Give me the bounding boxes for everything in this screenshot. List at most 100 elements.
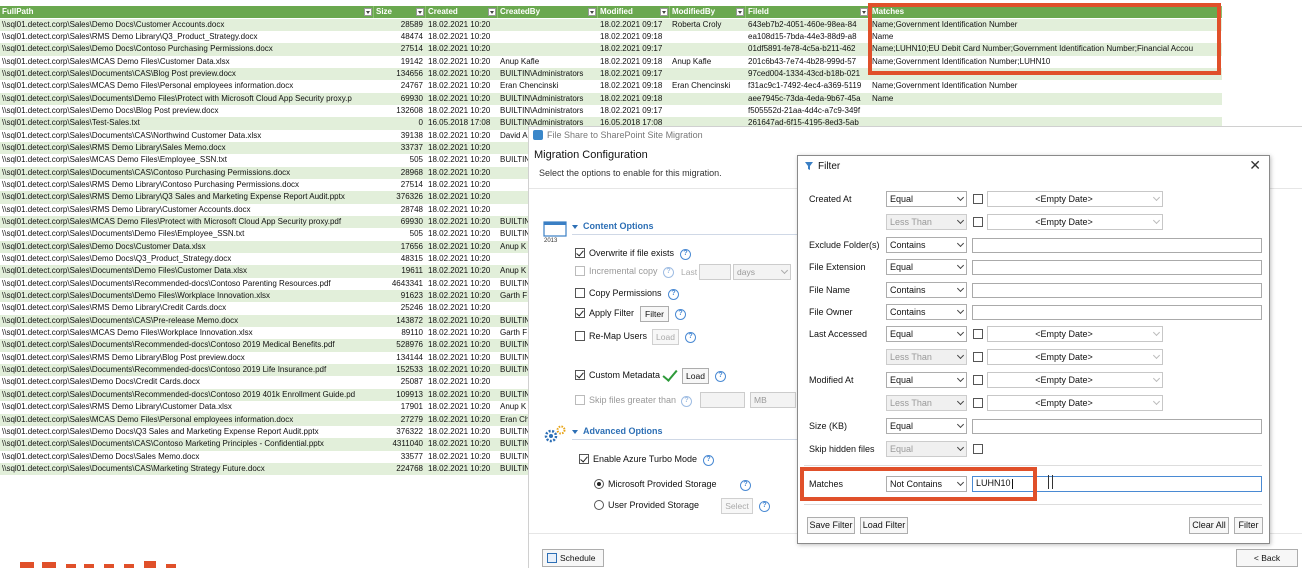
table-row[interactable]: \\sql01.detect.corp\Sales\Documents\Demo… (0, 92, 1222, 105)
cell-created[interactable]: 18.02.2021 10:20 (426, 253, 498, 265)
cell-fullpath[interactable]: \\sql01.detect.corp\Sales\RMS Demo Libra… (0, 302, 374, 314)
cell-size[interactable]: 19142 (374, 56, 426, 68)
cell-modified[interactable]: 18.02.2021 09:17 (598, 43, 670, 55)
last-accessed-checkbox[interactable] (973, 329, 983, 339)
cell-createdby[interactable] (498, 19, 598, 31)
cell-fullpath[interactable]: \\sql01.detect.corp\Sales\Documents\Reco… (0, 278, 374, 290)
apply-filter-button[interactable]: Filter (1234, 517, 1263, 534)
cell-modifiedby[interactable] (670, 105, 746, 117)
cell-modifiedby[interactable] (670, 31, 746, 43)
cell-fullpath[interactable]: \\sql01.detect.corp\Sales\MCAS Demo File… (0, 327, 374, 339)
matches-operator[interactable]: Not Contains (886, 476, 967, 492)
cell-modified[interactable]: 18.02.2021 09:18 (598, 93, 670, 105)
cell-created[interactable]: 18.02.2021 10:20 (426, 414, 498, 426)
select-storage-button[interactable]: Select (721, 498, 753, 514)
help-icon[interactable]: ? (759, 501, 770, 512)
cell-created[interactable]: 18.02.2021 10:20 (426, 451, 498, 463)
cell-fullpath[interactable]: \\sql01.detect.corp\Sales\RMS Demo Libra… (0, 401, 374, 413)
cell-size[interactable]: 39138 (374, 130, 426, 142)
file-name-input[interactable] (972, 283, 1262, 298)
cell-fileid[interactable]: 201c6b43-7e74-4b28-999d-57 (746, 56, 870, 68)
cell-modifiedby[interactable]: Anup Kafle (670, 56, 746, 68)
table-row[interactable]: \\sql01.detect.corp\Sales\Demo Docs\Cont… (0, 43, 1222, 56)
last-accessed-date-2[interactable]: <Empty Date> (987, 349, 1163, 365)
cell-size[interactable]: 27279 (374, 414, 426, 426)
last-accessed-operator-2[interactable]: Less Than (886, 349, 967, 365)
help-icon[interactable]: ? (740, 480, 751, 491)
size-kb-operator[interactable]: Equal (886, 418, 967, 434)
cell-matches[interactable]: Name (870, 31, 1222, 43)
cell-created[interactable]: 18.02.2021 10:20 (426, 290, 498, 302)
cell-created[interactable]: 18.02.2021 10:20 (426, 364, 498, 376)
cell-created[interactable]: 18.02.2021 10:20 (426, 142, 498, 154)
cell-created[interactable]: 18.02.2021 10:20 (426, 278, 498, 290)
custom-metadata-option[interactable]: Custom Metadata (575, 370, 660, 380)
table-row[interactable]: \\sql01.detect.corp\Sales\RMS Demo Libra… (0, 30, 1222, 44)
column-header-createdby[interactable]: CreatedBy (498, 6, 598, 18)
cell-createdby[interactable]: BUILTIN\Administrators (498, 93, 598, 105)
cell-size[interactable]: 48474 (374, 31, 426, 43)
cell-fullpath[interactable]: \\sql01.detect.corp\Sales\Documents\CAS\… (0, 167, 374, 179)
file-name-operator[interactable]: Contains (886, 282, 967, 298)
filter-dropdown-icon[interactable] (588, 8, 596, 16)
file-extension-input[interactable] (972, 260, 1262, 275)
apply-filter-option[interactable]: Apply Filter (575, 308, 634, 318)
cell-fullpath[interactable]: \\sql01.detect.corp\Sales\RMS Demo Libra… (0, 179, 374, 191)
created-at-date-2[interactable]: <Empty Date> (987, 214, 1163, 230)
cell-fullpath[interactable]: \\sql01.detect.corp\Sales\Demo Docs\Q3 S… (0, 426, 374, 438)
table-row[interactable]: \\sql01.detect.corp\Sales\Documents\CAS\… (0, 67, 1222, 81)
filter-dropdown-icon[interactable] (364, 8, 372, 16)
incremental-checkbox[interactable] (575, 266, 585, 276)
cell-size[interactable]: 132608 (374, 105, 426, 117)
cell-size[interactable]: 25087 (374, 376, 426, 388)
skip-size-input[interactable] (700, 392, 745, 408)
cell-created[interactable]: 18.02.2021 10:20 (426, 191, 498, 203)
cell-size[interactable]: 109913 (374, 389, 426, 401)
cell-fullpath[interactable]: \\sql01.detect.corp\Sales\Demo Docs\Q3_P… (0, 253, 374, 265)
cell-fullpath[interactable]: \\sql01.detect.corp\Sales\Demo Docs\Blog… (0, 105, 374, 117)
section-title-advanced-options[interactable]: Advanced Options (572, 426, 663, 436)
cell-fullpath[interactable]: \\sql01.detect.corp\Sales\Documents\CAS\… (0, 68, 374, 80)
cell-size[interactable]: 69930 (374, 93, 426, 105)
cell-size[interactable]: 17901 (374, 401, 426, 413)
exclude-folders-input[interactable] (972, 238, 1262, 253)
last-count-input[interactable] (699, 264, 731, 280)
cell-fullpath[interactable]: \\sql01.detect.corp\Sales\Documents\CAS\… (0, 315, 374, 327)
skip-hidden-checkbox[interactable] (973, 444, 983, 454)
cell-fileid[interactable]: 01df5891-fe78-4c5a-b211-462 (746, 43, 870, 55)
cell-size[interactable]: 17656 (374, 241, 426, 253)
cell-created[interactable]: 18.02.2021 10:20 (426, 204, 498, 216)
cell-modifiedby[interactable] (670, 68, 746, 80)
cell-size[interactable]: 134656 (374, 68, 426, 80)
cell-created[interactable]: 18.02.2021 10:20 (426, 68, 498, 80)
cell-size[interactable]: 4643341 (374, 278, 426, 290)
cell-fullpath[interactable]: \\sql01.detect.corp\Sales\Test-Sales.txt (0, 117, 374, 129)
cell-size[interactable]: 28748 (374, 204, 426, 216)
remap-users-checkbox[interactable] (575, 331, 585, 341)
cell-created[interactable]: 18.02.2021 10:20 (426, 463, 498, 475)
overwrite-option[interactable]: Overwrite if file exists (575, 248, 674, 258)
back-button[interactable]: < Back (1236, 549, 1298, 567)
cell-fileid[interactable]: f31ac9c1-7492-4ec4-a369-5119 (746, 80, 870, 92)
cell-size[interactable]: 0 (374, 117, 426, 129)
cell-fullpath[interactable]: \\sql01.detect.corp\Sales\MCAS Demo File… (0, 154, 374, 166)
modified-at-checkbox[interactable] (973, 375, 983, 385)
table-row[interactable]: \\sql01.detect.corp\Sales\Demo Docs\Blog… (0, 104, 1222, 118)
cell-created[interactable]: 18.02.2021 10:20 (426, 339, 498, 351)
filter-button[interactable]: Filter (640, 306, 669, 322)
cell-fullpath[interactable]: \\sql01.detect.corp\Sales\MCAS Demo File… (0, 216, 374, 228)
cell-size[interactable]: 28589 (374, 19, 426, 31)
help-icon[interactable]: ? (685, 332, 696, 343)
cell-created[interactable]: 18.02.2021 10:20 (426, 376, 498, 388)
column-header-modified[interactable]: Modified (598, 6, 670, 18)
turbo-mode-checkbox[interactable] (579, 454, 589, 464)
cell-fullpath[interactable]: \\sql01.detect.corp\Sales\Documents\Reco… (0, 364, 374, 376)
cell-createdby[interactable]: Anup Kafle (498, 56, 598, 68)
help-icon[interactable]: ? (675, 309, 686, 320)
metadata-load-button[interactable]: Load (682, 368, 709, 384)
cell-fullpath[interactable]: \\sql01.detect.corp\Sales\Documents\Demo… (0, 228, 374, 240)
section-title-content-options[interactable]: Content Options (572, 221, 654, 231)
created-at-date[interactable]: <Empty Date> (987, 191, 1163, 207)
schedule-button[interactable]: Schedule (542, 549, 604, 567)
table-row[interactable]: \\sql01.detect.corp\Sales\MCAS Demo File… (0, 80, 1222, 93)
